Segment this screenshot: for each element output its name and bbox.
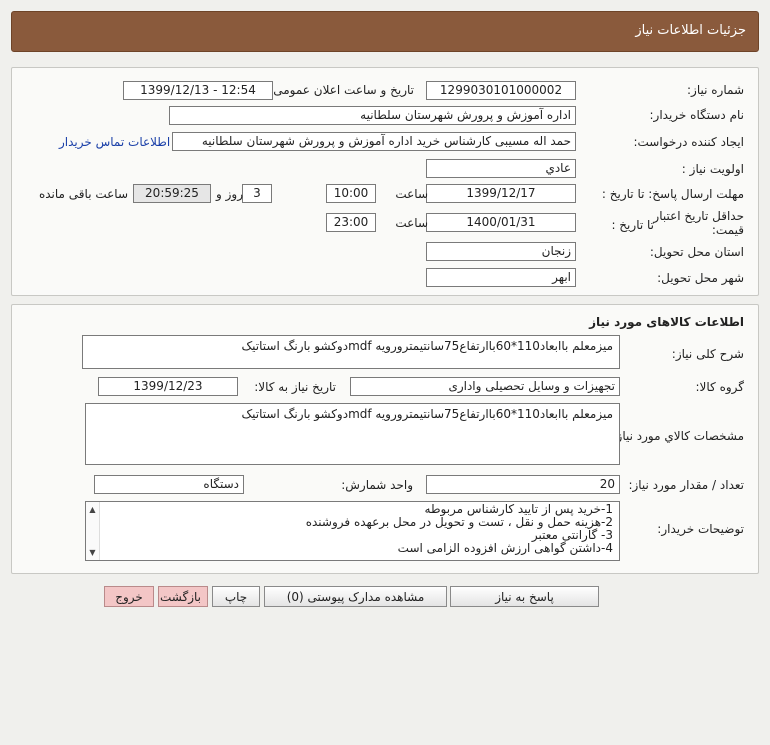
deadline-date-field: 1399/12/17 bbox=[426, 184, 576, 203]
announce-date-field: 1399/12/13 - 12:54 bbox=[123, 81, 273, 100]
goods-panel: اطلاعات کالاهای مورد نیاز شرح کلی نیاز: … bbox=[11, 304, 759, 574]
description-field: میزمعلم باابعاد110*60باارتفاع75سانتیمترو… bbox=[82, 335, 620, 369]
days-label: روز و bbox=[216, 187, 243, 201]
days-remaining-field: 3 bbox=[242, 184, 272, 203]
group-field: تجهیزات و وسایل تحصیلی واداری bbox=[350, 377, 620, 396]
validity-time-label: ساعت bbox=[395, 216, 428, 230]
province-field: زنجان bbox=[426, 242, 576, 261]
need-number-label: شماره نیاز: bbox=[687, 83, 744, 97]
requester-field: حمد اله مسیبی کارشناس خرید اداره آموزش و… bbox=[172, 132, 576, 151]
province-label: استان محل تحویل: bbox=[649, 245, 744, 259]
validity-date-field: 1400/01/31 bbox=[426, 213, 576, 232]
announce-date-label: تاریخ و ساعت اعلان عمومی: bbox=[269, 83, 414, 97]
exit-button[interactable]: خروج bbox=[104, 586, 154, 607]
notes-line: 4-داشتن گواهی ارزش افزوده الزامی است bbox=[397, 541, 613, 555]
buyer-org-label: نام دستگاه خریدار: bbox=[649, 108, 745, 122]
specs-field: میزمعلم باابعاد110*60باارتفاع75سانتیمترو… bbox=[85, 403, 620, 465]
reply-button[interactable]: پاسخ به نیاز bbox=[450, 586, 599, 607]
buyer-notes-field[interactable]: ▲ ▼ 1-خرید پس از تایید کارشناس مربوطه 2-… bbox=[85, 501, 620, 561]
scroll-down-icon[interactable]: ▼ bbox=[86, 546, 99, 559]
buyer-notes-label: توضیحات خریدار: bbox=[657, 522, 744, 536]
city-field: ابهر bbox=[426, 268, 576, 287]
notes-scrollbar[interactable]: ▲ ▼ bbox=[86, 502, 100, 560]
remaining-time-field: 20:59:25 bbox=[133, 184, 211, 203]
need-date-field: 1399/12/23 bbox=[98, 377, 238, 396]
requester-label: ایجاد کننده درخواست: bbox=[633, 135, 744, 149]
deadline-label: مهلت ارسال پاسخ: تا تاریخ : bbox=[601, 187, 744, 201]
validity-time-field: 23:00 bbox=[326, 213, 376, 232]
specs-label: مشخصات كالاي مورد نياز: bbox=[612, 429, 744, 443]
description-label: شرح کلی نیاز: bbox=[671, 347, 744, 361]
validity-label-line2: قیمت: bbox=[711, 223, 744, 237]
print-button[interactable]: چاپ bbox=[212, 586, 260, 607]
deadline-time-field: 10:00 bbox=[326, 184, 376, 203]
group-label: گروه کالا: bbox=[695, 380, 745, 394]
page-title: جزئیات اطلاعات نیاز bbox=[635, 23, 746, 38]
need-date-label: تاریخ نیاز به کالا: bbox=[254, 380, 336, 394]
quantity-field: 20 bbox=[426, 475, 620, 494]
priority-field: عادي bbox=[426, 159, 576, 178]
validity-label-line1: حداقل تاریخ اعتبار bbox=[653, 209, 744, 223]
goods-section-title: اطلاعات کالاهای مورد نیاز bbox=[589, 315, 744, 329]
view-attachments-button[interactable]: مشاهده مدارک پیوستی (0) bbox=[264, 586, 447, 607]
page-header: جزئیات اطلاعات نیاز bbox=[11, 11, 759, 52]
validity-to-label: تا تاریخ : bbox=[611, 218, 654, 232]
buyer-org-field: اداره آموزش و پرورش شهرستان سلطانیه bbox=[169, 106, 576, 125]
need-info-panel: شماره نیاز: 1299030101000002 تاریخ و ساع… bbox=[11, 67, 759, 296]
city-label: شهر محل تحویل: bbox=[657, 271, 744, 285]
priority-label: اولویت نیاز : bbox=[681, 162, 744, 176]
quantity-label: تعداد / مقدار مورد نیاز: bbox=[628, 478, 744, 492]
unit-label: واحد شمارش: bbox=[341, 478, 413, 492]
unit-field: دستگاه bbox=[94, 475, 244, 494]
back-button[interactable]: بازگشت bbox=[158, 586, 208, 607]
remaining-label: ساعت باقی مانده bbox=[38, 187, 128, 201]
need-number-field: 1299030101000002 bbox=[426, 81, 576, 100]
scroll-up-icon[interactable]: ▲ bbox=[86, 503, 99, 516]
deadline-time-label: ساعت bbox=[395, 187, 428, 201]
buyer-contact-link[interactable]: اطلاعات تماس خریدار bbox=[59, 135, 170, 149]
